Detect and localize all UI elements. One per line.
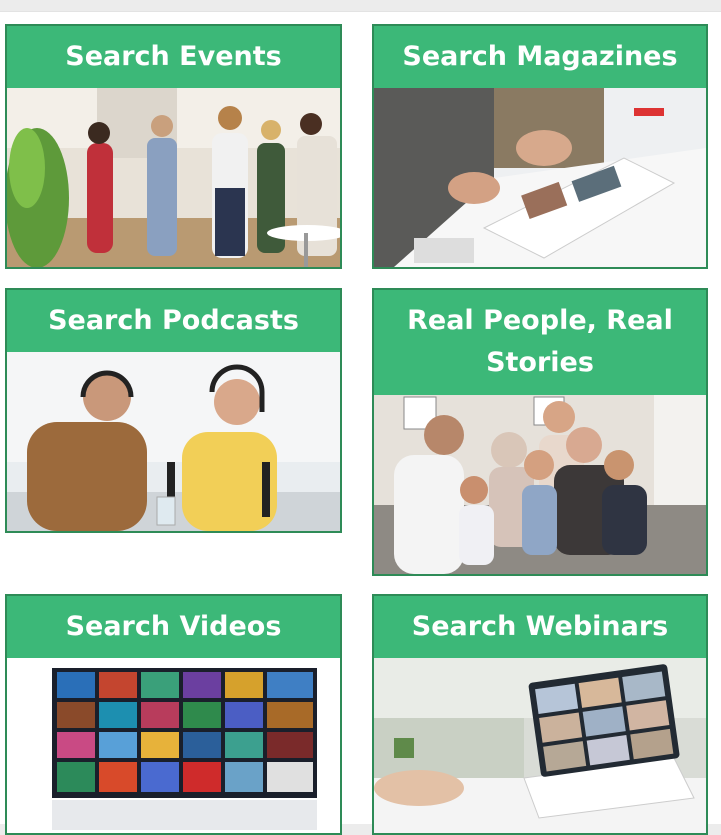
search-videos-card[interactable]: Search Videos — [5, 594, 342, 835]
real-people-stories-title[interactable]: Real People, Real Stories — [374, 290, 706, 395]
real-people-stories-card[interactable]: Real People, Real Stories — [372, 288, 708, 576]
search-podcasts-card[interactable]: Search Podcasts — [5, 288, 342, 533]
family-image[interactable] — [374, 395, 706, 574]
magazines-image[interactable] — [374, 88, 706, 267]
podcasts-image[interactable] — [7, 352, 340, 531]
search-events-card[interactable]: Search Events — [5, 24, 342, 269]
search-webinars-title[interactable]: Search Webinars — [374, 596, 706, 658]
events-image[interactable] — [7, 88, 340, 267]
search-videos-title[interactable]: Search Videos — [7, 596, 340, 658]
search-webinars-card[interactable]: Search Webinars — [372, 594, 708, 835]
search-magazines-card[interactable]: Search Magazines — [372, 24, 708, 269]
search-events-title[interactable]: Search Events — [7, 26, 340, 88]
search-podcasts-title[interactable]: Search Podcasts — [7, 290, 340, 352]
webinars-image[interactable] — [374, 658, 706, 833]
videos-image[interactable] — [7, 658, 340, 833]
search-magazines-title[interactable]: Search Magazines — [374, 26, 706, 88]
content-area: Search Events Search Magazines Search Po… — [0, 11, 721, 835]
